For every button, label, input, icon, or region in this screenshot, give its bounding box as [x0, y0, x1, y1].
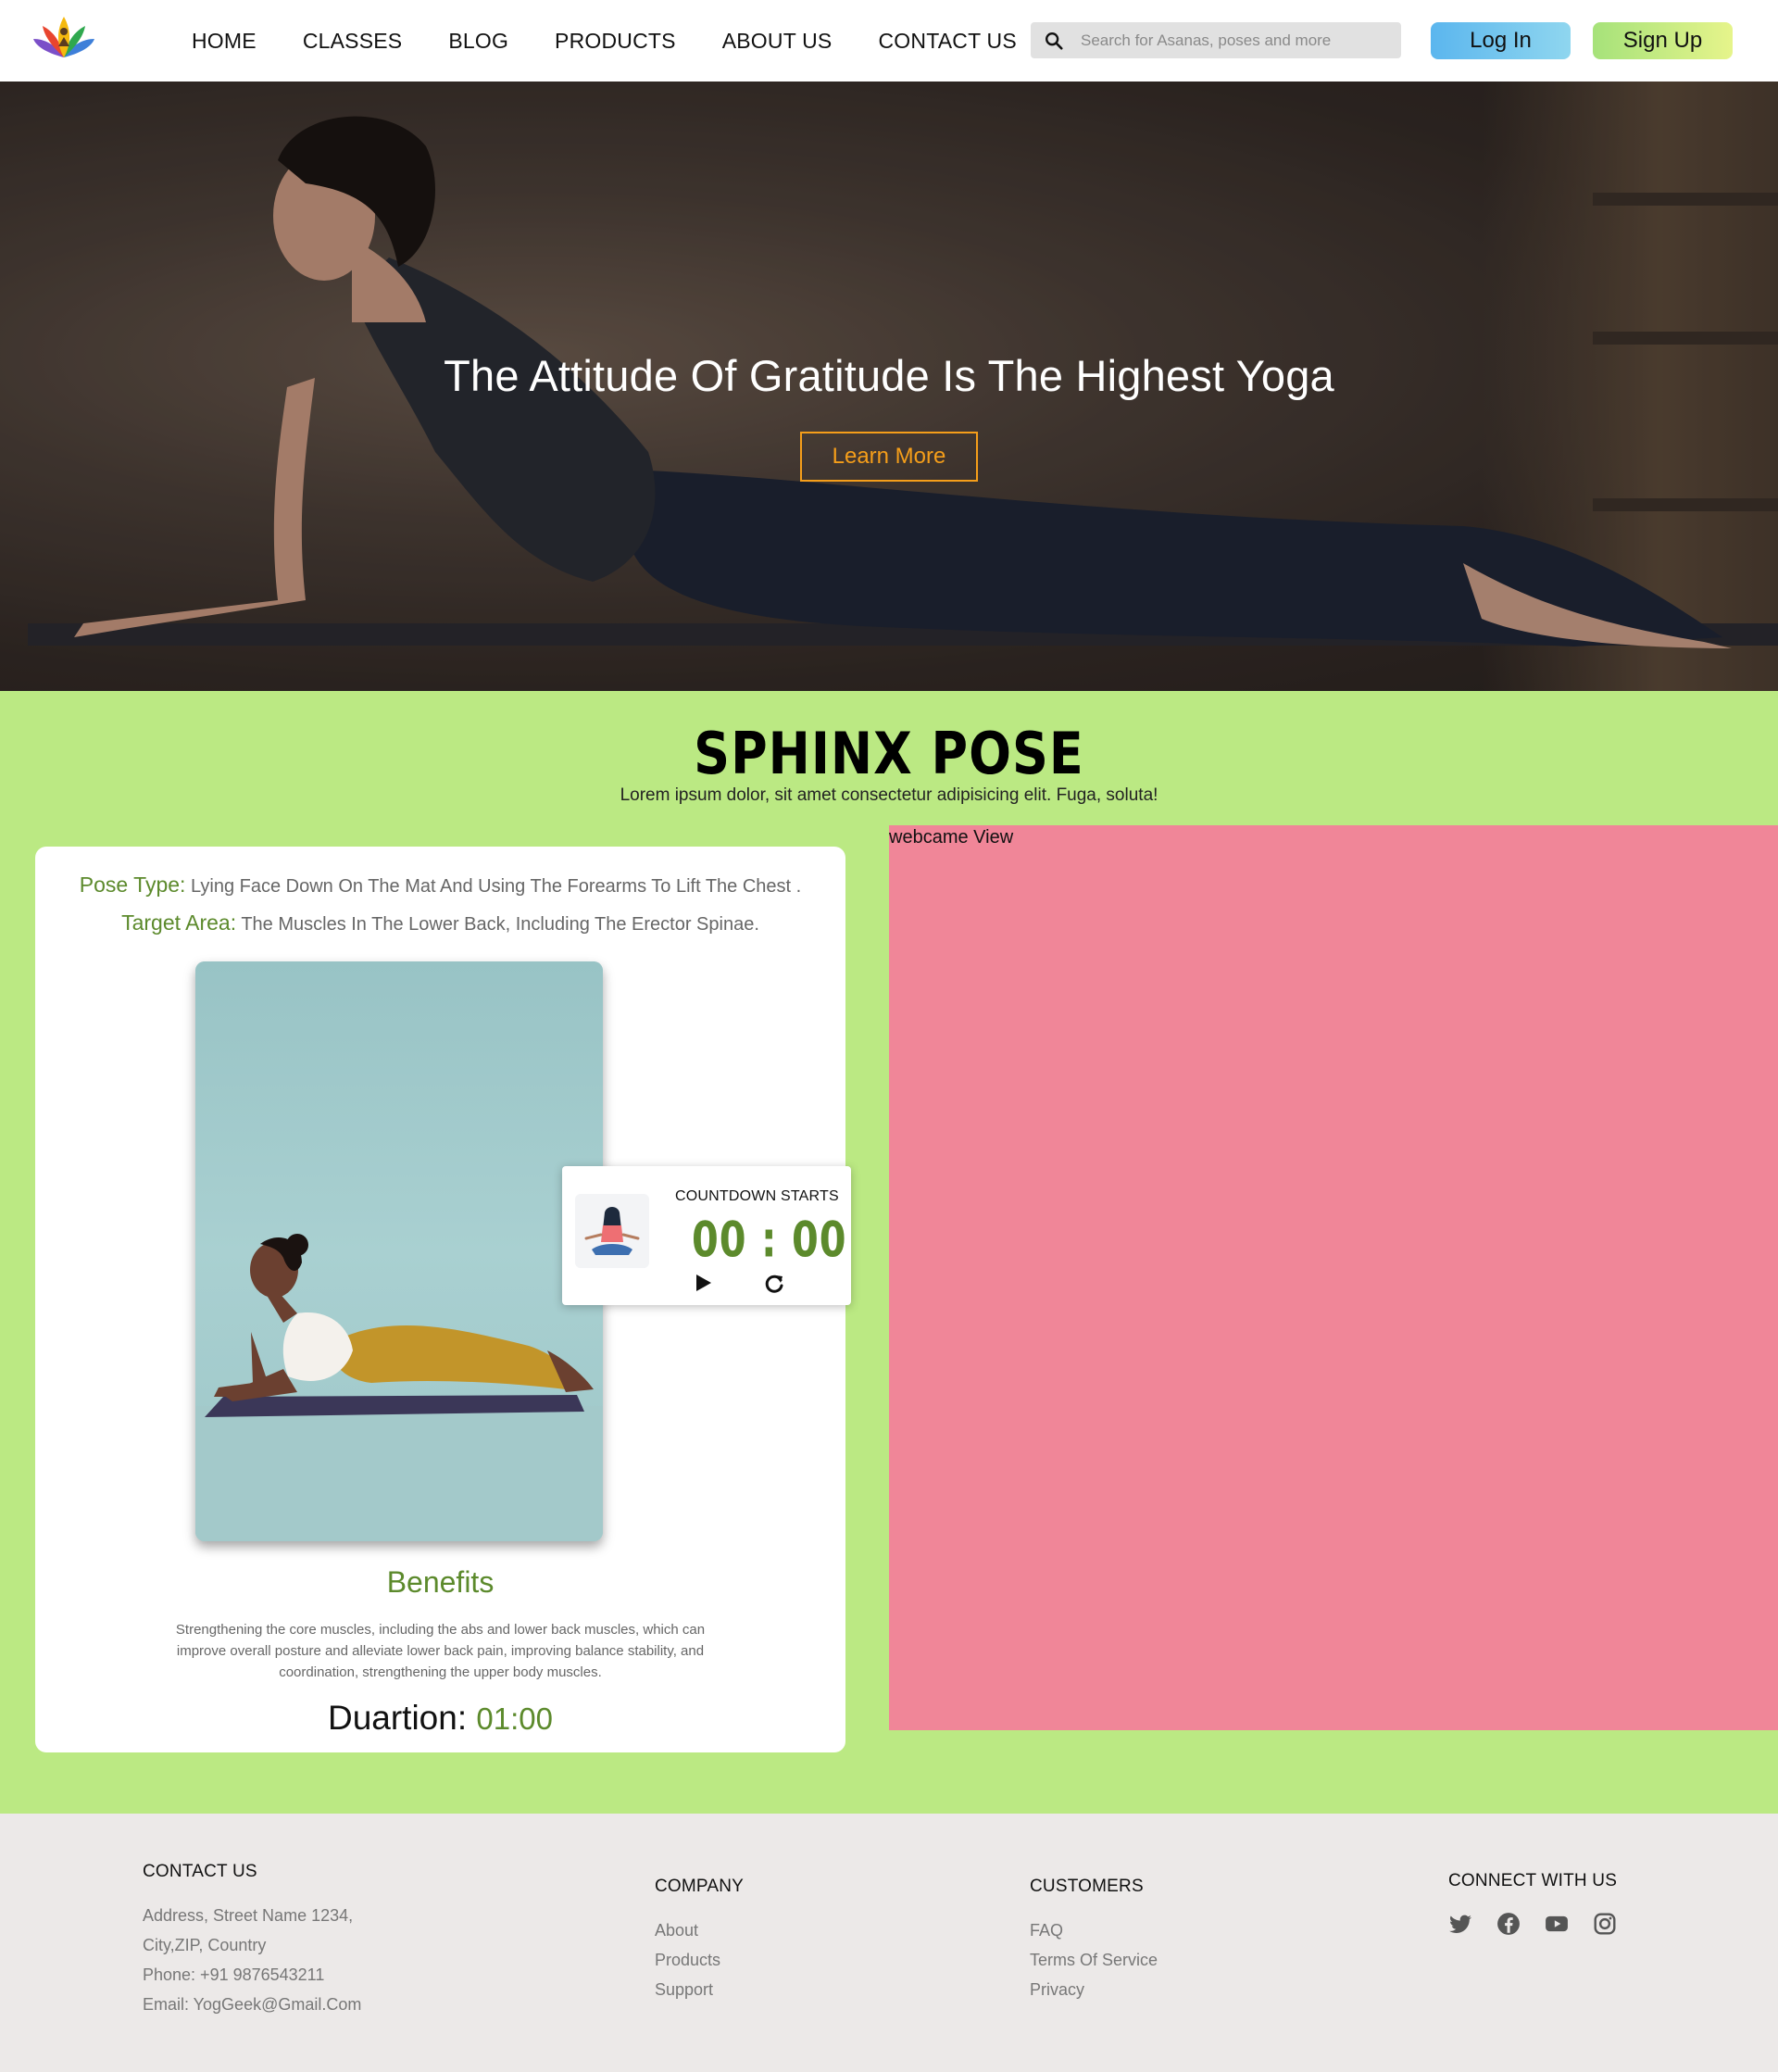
footer-link-products[interactable]: Products	[655, 1945, 744, 1975]
twitter-icon[interactable]	[1448, 1912, 1472, 1936]
countdown-widget: COUNTDOWN STARTS 00 : 00	[562, 1166, 851, 1305]
search-icon[interactable]	[1044, 31, 1064, 51]
instagram-icon[interactable]	[1593, 1912, 1617, 1936]
footer-link-terms[interactable]: Terms Of Service	[1030, 1945, 1158, 1975]
youtube-icon[interactable]	[1545, 1912, 1569, 1936]
footer-link-privacy[interactable]: Privacy	[1030, 1975, 1158, 2004]
duration-row: Duartion: 01:00	[35, 1699, 845, 1738]
footer-link-about[interactable]: About	[655, 1915, 744, 1945]
footer-contact-heading: CONTACT US	[143, 1862, 257, 1881]
facebook-icon[interactable]	[1496, 1912, 1521, 1936]
navbar: HOME CLASSES BLOG PRODUCTS ABOUT US CONT…	[0, 0, 1778, 82]
footer-customers-heading: CUSTOMERS	[1030, 1877, 1144, 1896]
target-area-row: Target Area: The Muscles In The Lower Ba…	[35, 910, 845, 936]
hero-banner: The Attitude Of Gratitude Is The Highest…	[0, 82, 1778, 691]
countdown-label: COUNTDOWN STARTS	[675, 1188, 839, 1204]
webcam-label: webcame View	[889, 827, 1014, 848]
benefits-title: Benefits	[386, 1565, 495, 1599]
footer-link-faq[interactable]: FAQ	[1030, 1915, 1158, 1945]
footer-connect-heading: CONNECT WITH US	[1448, 1871, 1618, 1890]
nav-home[interactable]: HOME	[192, 29, 257, 54]
nav-blog[interactable]: BLOG	[448, 29, 508, 54]
hero-title: The Attitude Of Gratitude Is The Highest…	[444, 351, 1334, 400]
footer-city-line: City,ZIP, Country	[143, 1936, 267, 1954]
pose-section: SPHINX POSE Lorem ipsum dolor, sit amet …	[0, 691, 1778, 1814]
duration-label: Duartion:	[327, 1699, 468, 1737]
play-icon[interactable]	[692, 1272, 714, 1294]
footer-email[interactable]: Email: YogGeek@Gmail.Com	[143, 1990, 361, 2019]
webcam-view[interactable]: webcame View	[889, 825, 1778, 1730]
target-area-value: The Muscles In The Lower Back, Including…	[241, 914, 759, 935]
footer-connect-column: CONNECT WITH US	[1448, 1871, 1617, 1936]
footer: CONTACT US Address, Street Name 1234, Ci…	[0, 1814, 1778, 2072]
meditation-avatar-icon	[575, 1194, 649, 1268]
nav-products[interactable]: PRODUCTS	[555, 29, 676, 54]
pose-type-label: Pose Type:	[79, 873, 186, 897]
login-button[interactable]: Log In	[1431, 22, 1571, 59]
footer-phone: Phone: +91 9876543211	[143, 1965, 325, 1984]
lotus-logo-icon[interactable]	[31, 11, 96, 63]
search-bar	[1031, 22, 1401, 58]
footer-customers-column: CUSTOMERS FAQ Terms Of Service Privacy	[1030, 1877, 1158, 2004]
sphinx-pose-image	[195, 961, 603, 1541]
duration-value: 01:00	[476, 1702, 553, 1736]
pose-subtitle: Lorem ipsum dolor, sit amet consectetur …	[620, 785, 1158, 805]
nav-links: HOME CLASSES BLOG PRODUCTS ABOUT US CONT…	[192, 0, 1063, 82]
social-icons	[1448, 1912, 1617, 1936]
pose-type-row: Pose Type: Lying Face Down On The Mat An…	[35, 873, 845, 898]
target-area-label: Target Area:	[121, 910, 237, 935]
footer-company-column: COMPANY About Products Support	[655, 1877, 744, 2004]
sphinx-pose-illustration	[195, 961, 603, 1541]
learn-more-button[interactable]: Learn More	[800, 432, 978, 482]
footer-address-line: Address, Street Name 1234,	[143, 1906, 354, 1925]
nav-contact-us[interactable]: CONTACT US	[878, 29, 1016, 54]
benefits-text: Strengthening the core muscles, includin…	[175, 1622, 706, 1680]
pose-info-card: Pose Type: Lying Face Down On The Mat An…	[35, 847, 851, 1752]
footer-link-support[interactable]: Support	[655, 1975, 744, 2004]
countdown-time: 00 : 00	[692, 1210, 847, 1269]
footer-company-heading: COMPANY	[655, 1877, 745, 1896]
reset-icon[interactable]	[762, 1272, 786, 1296]
signup-button[interactable]: Sign Up	[1593, 22, 1733, 59]
search-input[interactable]	[1081, 31, 1386, 50]
nav-about-us[interactable]: ABOUT US	[722, 29, 833, 54]
footer-contact-column: CONTACT US Address, Street Name 1234, Ci…	[143, 1862, 361, 2019]
nav-classes[interactable]: CLASSES	[303, 29, 403, 54]
pose-title: SPHINX POSE	[694, 720, 1084, 787]
pose-type-value: Lying Face Down On The Mat And Using The…	[191, 876, 802, 897]
